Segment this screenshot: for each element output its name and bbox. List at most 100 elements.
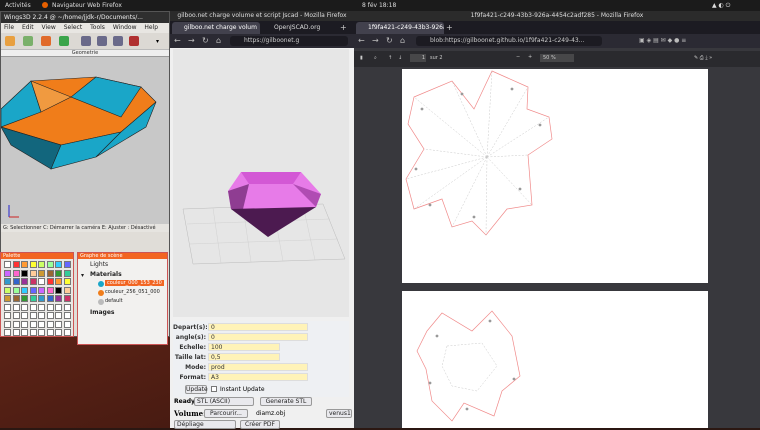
color-swatch[interactable] (12, 269, 20, 277)
color-swatch[interactable] (46, 269, 54, 277)
color-swatch[interactable] (55, 312, 62, 319)
save-icon[interactable] (23, 36, 33, 46)
color-swatch[interactable] (4, 312, 11, 319)
system-tray-icons[interactable]: ▲ ◐ ⏻ (712, 2, 730, 10)
open-icon[interactable] (5, 36, 15, 46)
undo-icon[interactable] (41, 36, 51, 46)
color-swatch[interactable] (55, 278, 62, 285)
color-swatch[interactable] (38, 320, 45, 328)
color-swatch[interactable] (12, 312, 20, 319)
outliner-material-3[interactable]: default (105, 298, 123, 304)
vertex-mode-icon[interactable] (81, 36, 91, 46)
menu-tools[interactable]: Tools (90, 24, 105, 31)
update-button[interactable]: Update (185, 385, 208, 394)
color-swatch[interactable] (12, 295, 20, 302)
color-swatch[interactable] (46, 295, 54, 302)
color-swatch[interactable] (55, 320, 62, 328)
color-swatch[interactable] (4, 320, 11, 328)
activities-button[interactable]: Activités (5, 2, 31, 9)
color-swatch[interactable] (4, 303, 11, 311)
color-swatch[interactable] (12, 261, 20, 268)
color-swatch[interactable] (55, 329, 62, 336)
taille-input[interactable]: 0,5 (208, 353, 280, 361)
forward-icon[interactable]: → (188, 36, 195, 46)
color-swatch[interactable] (29, 278, 37, 285)
venus-button[interactable]: venus1 (326, 409, 352, 418)
tab-openjscad[interactable]: OpenJSCAD.org (262, 22, 334, 34)
zoom-in-icon[interactable]: + (528, 54, 532, 60)
color-swatch[interactable] (12, 329, 20, 336)
menu-window[interactable]: Window (113, 24, 137, 31)
menu-help[interactable]: Help (144, 24, 158, 31)
color-swatch[interactable] (38, 286, 45, 294)
color-swatch[interactable] (46, 312, 54, 319)
color-swatch[interactable] (55, 269, 62, 277)
color-swatch[interactable] (4, 329, 11, 336)
color-swatch[interactable] (4, 286, 11, 294)
color-swatch[interactable] (38, 261, 45, 268)
color-swatch[interactable] (4, 269, 11, 277)
tools-icons[interactable]: ✎ ⎙ ⤓ » (694, 55, 712, 61)
color-swatch[interactable] (21, 269, 28, 277)
color-swatch[interactable] (63, 269, 71, 277)
outliner-images[interactable]: Images (90, 309, 114, 316)
color-swatch[interactable] (29, 295, 37, 302)
color-swatch[interactable] (12, 320, 20, 328)
sidebar-icon[interactable]: ▮ (360, 55, 363, 61)
color-swatch[interactable] (4, 261, 11, 268)
color-swatch[interactable] (21, 261, 28, 268)
color-swatch[interactable] (21, 278, 28, 285)
tab-pdf[interactable]: 1f9fa421-c249-43b3-926a-4 (356, 22, 444, 34)
page-number-input[interactable]: 1 (410, 54, 426, 62)
color-swatch[interactable] (4, 278, 11, 285)
color-swatch[interactable] (55, 303, 62, 311)
prev-page-icon[interactable]: ↑ (388, 55, 392, 61)
color-swatch[interactable] (29, 286, 37, 294)
color-swatch[interactable] (38, 295, 45, 302)
outliner-material-2[interactable]: couleur_256_051_000 (105, 289, 160, 295)
color-swatch[interactable] (21, 303, 28, 311)
wings-viewport[interactable] (1, 57, 169, 224)
mode-select[interactable]: prod (208, 363, 308, 371)
forward-icon[interactable]: → (372, 36, 379, 46)
extensions-icons[interactable]: ▣ ◈ ▤ ✉ ◆ ● ≡ (639, 36, 686, 46)
color-swatches[interactable] (1, 259, 73, 337)
menu-select[interactable]: Select (64, 24, 83, 31)
color-swatch[interactable] (46, 261, 54, 268)
angle-input[interactable]: 0 (208, 333, 308, 341)
color-swatch[interactable] (29, 320, 37, 328)
echelle-input[interactable]: 100 (208, 343, 280, 351)
chevron-down-icon[interactable]: ▾ (156, 38, 159, 45)
color-swatch[interactable] (21, 295, 28, 302)
color-swatch[interactable] (29, 312, 37, 319)
color-swatch[interactable] (63, 312, 71, 319)
color-swatch[interactable] (21, 312, 28, 319)
format-dropdown[interactable]: STL (ASCII) (194, 397, 254, 406)
reload-icon[interactable]: ↻ (386, 36, 393, 46)
instant-update-checkbox[interactable] (211, 386, 217, 392)
color-swatch[interactable] (46, 303, 54, 311)
color-swatch[interactable] (46, 329, 54, 336)
color-swatch[interactable] (46, 278, 54, 285)
search-icon[interactable]: ⌕ (374, 55, 377, 61)
new-tab-icon[interactable]: + (446, 23, 453, 32)
color-swatch[interactable] (21, 329, 28, 336)
color-swatch[interactable] (29, 329, 37, 336)
color-swatch[interactable] (55, 286, 62, 294)
back-icon[interactable]: ← (358, 36, 365, 46)
home-icon[interactable]: ⌂ (400, 36, 405, 46)
color-swatch[interactable] (29, 269, 37, 277)
url-bar[interactable]: https://gilboonet.g (230, 36, 348, 46)
outliner-material-1[interactable]: couleur_000_153_230 (105, 280, 164, 286)
next-page-icon[interactable]: ↓ (398, 55, 402, 61)
browse-button[interactable]: Parcourir... (204, 409, 248, 418)
menu-edit[interactable]: Edit (22, 24, 34, 31)
color-swatch[interactable] (21, 320, 28, 328)
color-swatch[interactable] (38, 312, 45, 319)
new-tab-icon[interactable]: + (340, 23, 347, 32)
object-mode-icon[interactable] (129, 36, 139, 46)
format-select[interactable]: A3 (208, 373, 308, 381)
color-swatch[interactable] (55, 261, 62, 268)
jscad-3d-view[interactable] (173, 49, 349, 317)
color-swatch[interactable] (63, 261, 71, 268)
